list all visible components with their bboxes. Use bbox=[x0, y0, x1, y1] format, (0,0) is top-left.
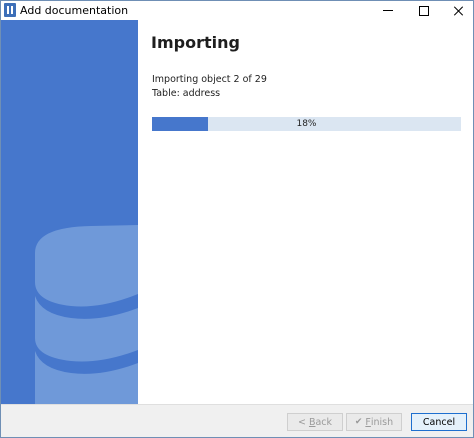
wizard-banner bbox=[1, 20, 138, 404]
progress-label: 18% bbox=[296, 119, 317, 129]
maximize-icon bbox=[419, 5, 429, 16]
current-table-text: Table: address bbox=[152, 88, 221, 99]
maximize-button[interactable] bbox=[406, 1, 442, 20]
back-label-rest: ack bbox=[315, 416, 333, 428]
database-icon bbox=[35, 225, 138, 404]
app-icon bbox=[4, 3, 16, 17]
finish-label-rest: inish bbox=[370, 416, 394, 428]
window-title: Add documentation bbox=[20, 4, 129, 17]
import-progress-bar: 18% bbox=[152, 117, 461, 131]
import-status-text: Importing object 2 of 29 bbox=[152, 74, 267, 85]
button-bar: < Back ✔ Finish Cancel bbox=[1, 405, 473, 437]
minimize-button[interactable] bbox=[370, 1, 406, 20]
finish-button[interactable]: ✔ Finish bbox=[346, 413, 402, 431]
cancel-button[interactable]: Cancel bbox=[411, 413, 467, 431]
close-button[interactable] bbox=[441, 1, 473, 20]
title-bar[interactable]: Add documentation bbox=[1, 1, 473, 20]
back-button[interactable]: < Back bbox=[287, 413, 343, 431]
back-prefix: < bbox=[297, 416, 309, 428]
wizard-content: Importing Importing object 2 of 29 Table… bbox=[138, 20, 473, 404]
check-icon: ✔ bbox=[354, 417, 363, 427]
close-icon bbox=[454, 6, 464, 16]
minimize-icon bbox=[383, 10, 393, 11]
dialog-window: Add documentation Importing Importing ob… bbox=[0, 0, 474, 438]
page-title: Importing bbox=[151, 33, 240, 52]
